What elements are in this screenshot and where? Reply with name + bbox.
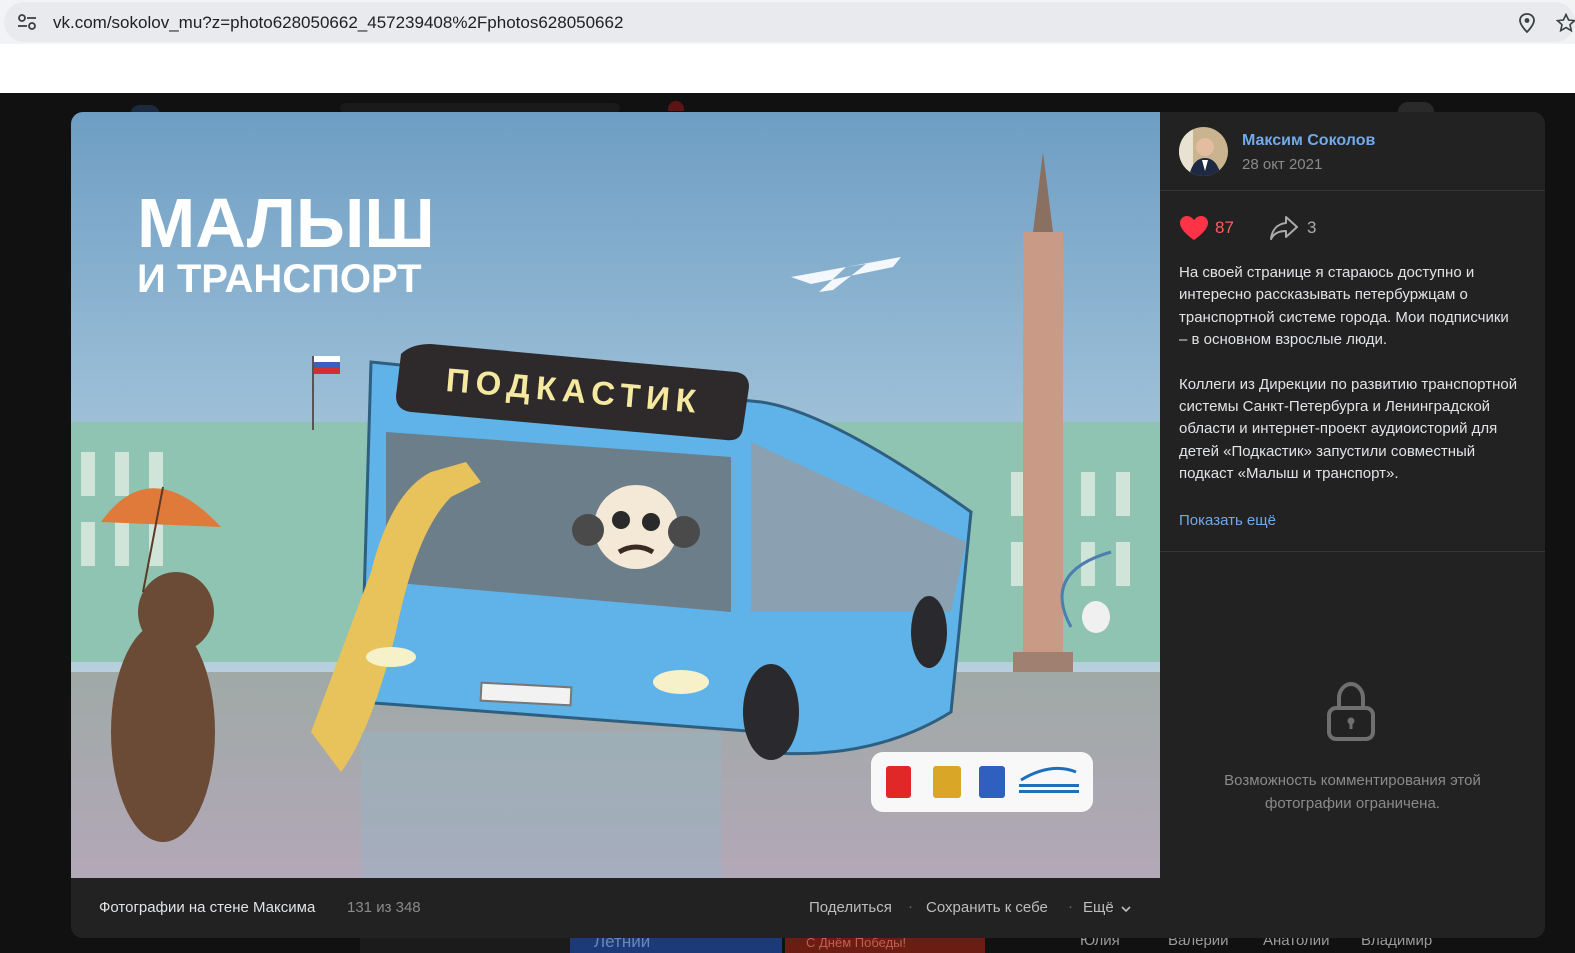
description-paragraph-1: На своей странице я стараюсь доступно и … bbox=[1179, 264, 1509, 349]
show-more-link[interactable]: Показать ещё bbox=[1179, 512, 1276, 529]
viewer-footer: Фотографии на стене Максима 131 из 348 П… bbox=[71, 878, 1545, 938]
description-paragraph-2: Коллеги из Дирекции по развитию транспор… bbox=[1179, 375, 1518, 483]
avatar[interactable] bbox=[1179, 127, 1228, 176]
save-photo-button[interactable]: Сохранить к себе bbox=[926, 899, 1048, 916]
share-button[interactable]: 3 bbox=[1269, 213, 1319, 241]
url-field[interactable]: vk.com/sokolov_mu?z=photo628050662_45723… bbox=[4, 2, 1575, 42]
share-arrow-icon bbox=[1270, 216, 1298, 240]
like-button[interactable]: 87 bbox=[1179, 213, 1239, 241]
bg-avatar-fragment bbox=[1398, 102, 1434, 112]
leningrad-oblast-coat-of-arms-icon bbox=[979, 766, 1005, 798]
bg-notification-badge bbox=[668, 101, 684, 111]
photo-viewer-modal: ПОДКАСТИК МАЛЫШ И ТРАНСПОРТ Максим Сокол… bbox=[71, 112, 1545, 938]
russia-coat-of-arms-icon bbox=[933, 766, 961, 798]
footer-separator: · bbox=[1068, 898, 1073, 915]
author-header: Максим Соколов 28 окт 2021 bbox=[1160, 112, 1545, 191]
photo-counter: 131 из 348 bbox=[347, 899, 421, 916]
spb-coat-of-arms-icon bbox=[886, 766, 911, 798]
location-icon[interactable] bbox=[1518, 13, 1536, 33]
album-title-link[interactable]: Фотографии на стене Максима bbox=[99, 899, 315, 916]
browser-strip bbox=[0, 44, 1575, 93]
photo-title-line1: МАЛЫШ bbox=[137, 184, 435, 262]
post-description: На своей странице я стараюсь доступно и … bbox=[1179, 262, 1519, 486]
browser-address-bar: vk.com/sokolov_mu?z=photo628050662_45723… bbox=[0, 0, 1575, 44]
share-photo-button[interactable]: Поделиться bbox=[809, 899, 892, 916]
url-text[interactable]: vk.com/sokolov_mu?z=photo628050662_45723… bbox=[53, 13, 623, 33]
post-date[interactable]: 28 окт 2021 bbox=[1242, 156, 1322, 173]
lock-icon bbox=[1327, 681, 1375, 741]
like-count: 87 bbox=[1215, 218, 1234, 237]
photo-image[interactable]: ПОДКАСТИК МАЛЫШ И ТРАНСПОРТ bbox=[71, 112, 1160, 878]
author-name-link[interactable]: Максим Соколов bbox=[1242, 132, 1375, 150]
more-menu-button[interactable]: Ещё bbox=[1083, 899, 1114, 916]
chevron-down-icon bbox=[1121, 906, 1131, 912]
bookmark-star-icon[interactable] bbox=[1556, 13, 1575, 33]
site-info-icon[interactable] bbox=[17, 13, 37, 31]
sidebar-divider bbox=[1160, 551, 1545, 552]
heart-icon bbox=[1180, 216, 1208, 240]
photo-title-line2: И ТРАНСПОРТ bbox=[137, 257, 422, 301]
post-sidebar: Максим Соколов 28 окт 2021 87 3 На своей… bbox=[1160, 112, 1545, 878]
author-photo bbox=[1179, 127, 1228, 176]
footer-separator: · bbox=[908, 898, 913, 915]
photo-illustration: ПОДКАСТИК МАЛЫШ И ТРАНСПОРТ bbox=[71, 112, 1160, 878]
share-count: 3 bbox=[1307, 218, 1317, 237]
comments-closed-note: Возможность комментирования этой фотогра… bbox=[1224, 772, 1481, 812]
